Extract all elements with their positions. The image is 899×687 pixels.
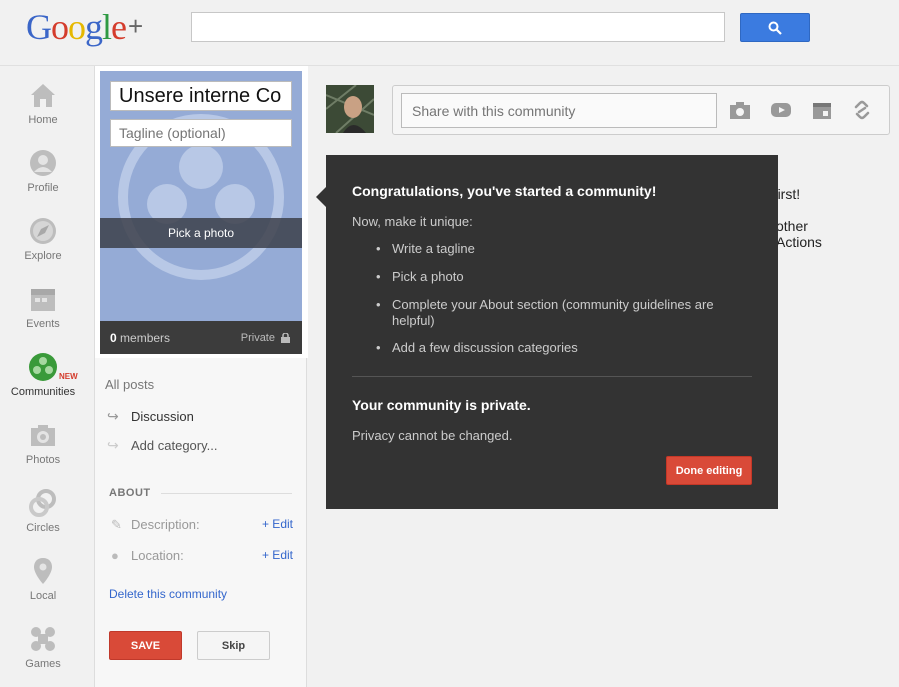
save-button[interactable]: SAVE bbox=[109, 631, 182, 660]
search-icon bbox=[768, 21, 782, 35]
edit-location-link[interactable]: + Edit bbox=[262, 548, 293, 562]
nav-label: Explore bbox=[24, 250, 62, 262]
private-title: Your community is private. bbox=[352, 397, 531, 413]
communities-icon bbox=[29, 353, 57, 381]
about-header: ABOUT bbox=[109, 487, 151, 499]
list-item: Complete your About section (community g… bbox=[352, 297, 732, 329]
nav-games[interactable]: Games bbox=[0, 624, 86, 670]
games-icon bbox=[31, 627, 55, 651]
description-row: ✎ Description: + Edit bbox=[111, 517, 293, 532]
community-placeholder-logo bbox=[118, 114, 284, 280]
stream-text: Actions bbox=[776, 234, 822, 250]
community-name-input[interactable] bbox=[110, 81, 292, 111]
edit-description-link[interactable]: + Edit bbox=[262, 517, 293, 531]
delete-community-link[interactable]: Delete this community bbox=[109, 587, 227, 601]
event-icon[interactable] bbox=[811, 100, 833, 120]
google-plus-logo[interactable]: Google+ bbox=[26, 6, 143, 48]
nav-label: Circles bbox=[26, 522, 60, 534]
calendar-icon bbox=[31, 289, 55, 311]
map-pin-icon bbox=[34, 558, 52, 584]
camera-icon bbox=[31, 425, 55, 446]
compass-icon bbox=[30, 218, 56, 244]
nav-label: Communities bbox=[10, 386, 76, 398]
location-pin-icon: ● bbox=[111, 548, 119, 563]
popup-title: Congratulations, you've started a commun… bbox=[352, 183, 657, 199]
lock-icon bbox=[281, 333, 290, 343]
user-photo bbox=[326, 85, 374, 133]
nav-home[interactable]: Home bbox=[0, 80, 86, 126]
pencil-icon: ✎ bbox=[111, 517, 122, 532]
divider bbox=[352, 376, 752, 377]
nav-label: Home bbox=[28, 114, 58, 126]
done-editing-button[interactable]: Done editing bbox=[666, 456, 752, 485]
pick-photo-button[interactable]: Pick a photo bbox=[100, 218, 302, 248]
nav-communities[interactable]: NEW Communities bbox=[0, 352, 86, 398]
link-icon[interactable] bbox=[851, 100, 873, 120]
add-category-link[interactable]: ↪ Add category... bbox=[107, 437, 217, 454]
search-input[interactable] bbox=[191, 12, 725, 42]
avatar[interactable] bbox=[326, 85, 374, 133]
share-input[interactable] bbox=[401, 93, 717, 128]
nav-label: Photos bbox=[25, 454, 61, 466]
new-badge: NEW bbox=[59, 372, 78, 381]
category-discussion[interactable]: ↪ Discussion bbox=[107, 408, 194, 425]
nav-label: Events bbox=[26, 318, 60, 330]
nav-events[interactable]: Events bbox=[0, 284, 86, 330]
community-cover[interactable]: Pick a photo 0 members Private bbox=[100, 71, 302, 354]
privacy-note: Privacy cannot be changed. bbox=[352, 428, 513, 443]
circles-icon bbox=[29, 489, 56, 517]
onboarding-popup: Congratulations, you've started a commun… bbox=[316, 155, 778, 509]
skip-button[interactable]: Skip bbox=[197, 631, 270, 660]
list-item: Write a tagline bbox=[352, 241, 732, 257]
subdirectory-arrow-icon: ↪ bbox=[107, 408, 119, 424]
top-bar: Google+ bbox=[0, 0, 899, 66]
community-edit-panel: Pick a photo 0 members Private All posts… bbox=[94, 66, 308, 687]
pick-photo-label: Pick a photo bbox=[167, 226, 235, 240]
tagline-input[interactable] bbox=[110, 119, 292, 147]
share-box bbox=[392, 85, 890, 135]
nav-label: Profile bbox=[27, 182, 59, 194]
list-item: Pick a photo bbox=[352, 269, 732, 285]
privacy-indicator: Private bbox=[241, 332, 290, 344]
all-posts-link[interactable]: All posts bbox=[105, 377, 154, 392]
camera-icon[interactable] bbox=[729, 100, 751, 120]
nav-local[interactable]: Local bbox=[0, 556, 86, 602]
search-button[interactable] bbox=[740, 13, 810, 42]
left-nav: Home Profile Explore Events NEW Communit… bbox=[0, 66, 86, 687]
popup-subtitle: Now, make it unique: bbox=[352, 214, 473, 229]
nav-circles[interactable]: Circles bbox=[0, 488, 86, 534]
nav-explore[interactable]: Explore bbox=[0, 216, 86, 262]
video-icon[interactable] bbox=[770, 100, 792, 120]
profile-icon bbox=[30, 150, 56, 176]
home-icon bbox=[31, 84, 55, 107]
nav-profile[interactable]: Profile bbox=[0, 148, 86, 194]
divider bbox=[161, 493, 292, 494]
location-row: ● Location: + Edit bbox=[111, 548, 293, 563]
nav-photos[interactable]: Photos bbox=[0, 420, 86, 466]
nav-label: Local bbox=[29, 590, 57, 602]
popup-pointer bbox=[316, 187, 326, 207]
cover-footer: 0 members Private bbox=[100, 321, 302, 354]
nav-label: Games bbox=[25, 658, 61, 670]
subdirectory-arrow-icon: ↪ bbox=[107, 437, 119, 453]
member-count: 0 members bbox=[110, 331, 171, 345]
cover-frame: Pick a photo 0 members Private bbox=[95, 66, 308, 358]
stream-text: other bbox=[776, 218, 808, 234]
list-item: Add a few discussion categories bbox=[352, 340, 732, 356]
